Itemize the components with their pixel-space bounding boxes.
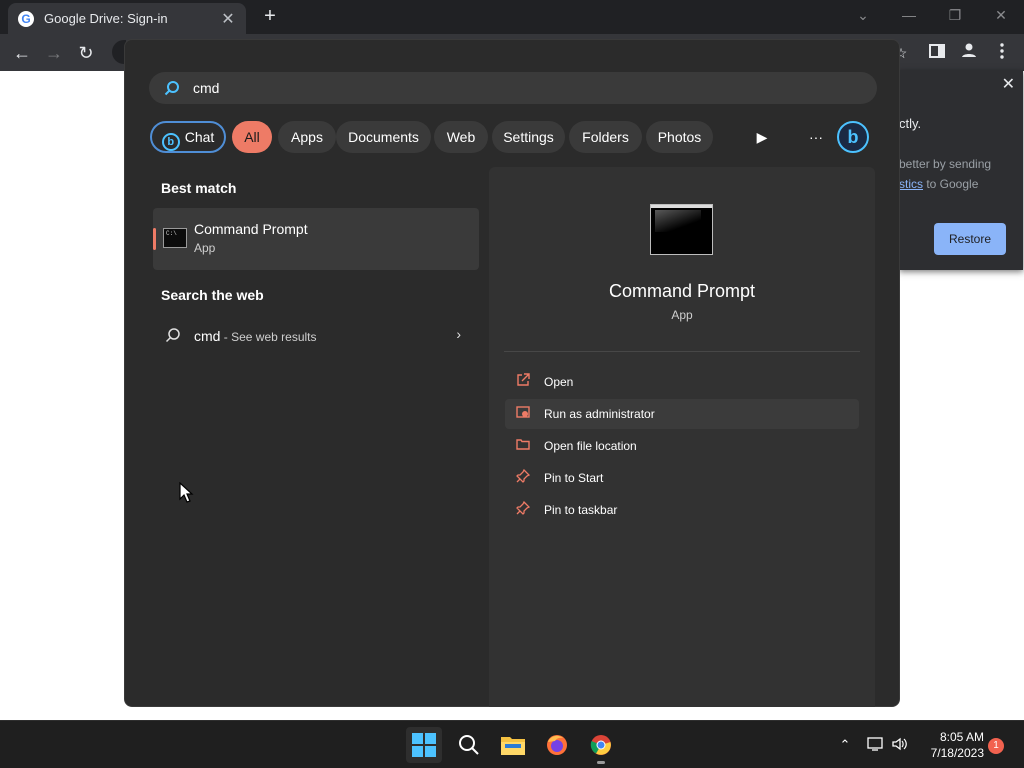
chevron-right-icon: › (456, 326, 461, 342)
action-pin-to-taskbar[interactable]: Pin to taskbar (505, 495, 859, 525)
taskbar: ⌃ 8:05 AM 7/18/2023 1 (0, 720, 1024, 768)
more-options-icon[interactable]: ··· (804, 125, 828, 149)
firefox-icon (547, 735, 567, 755)
action-label: Open (544, 375, 574, 389)
bing-icon: b (161, 133, 180, 151)
search-box[interactable] (149, 72, 877, 104)
reload-icon[interactable]: ↻ (73, 40, 99, 66)
bubble-detail-text: to Google (923, 177, 979, 191)
search-icon (165, 327, 181, 347)
firefox-button[interactable] (539, 727, 575, 763)
search-web-heading: Search the web (161, 287, 264, 303)
restore-window-icon[interactable]: ❐ (941, 5, 969, 27)
filter-photos[interactable]: Photos (646, 121, 713, 153)
filter-chat[interactable]: b Chat (150, 121, 226, 153)
web-search-result[interactable]: cmd - See web results › (153, 320, 479, 352)
best-match-heading: Best match (161, 180, 237, 196)
filter-apps[interactable]: Apps (278, 121, 336, 153)
bubble-detail-line: stics to Google (899, 177, 978, 191)
selection-accent (153, 228, 156, 250)
bubble-message: ctly. (899, 116, 922, 131)
volume-icon[interactable] (891, 736, 909, 754)
file-explorer-button[interactable] (495, 727, 531, 763)
notification-badge[interactable]: 1 (988, 738, 1004, 754)
details-kind: App (671, 308, 693, 322)
filter-chat-label: Chat (184, 129, 215, 145)
web-query-suffix: - See web results (220, 330, 317, 344)
filter-settings[interactable]: Settings (492, 121, 565, 153)
filter-all[interactable]: All (232, 121, 272, 153)
action-open[interactable]: Open (505, 367, 859, 397)
back-icon[interactable]: ← (9, 40, 35, 66)
best-match-result[interactable]: C:\ Command Prompt App (153, 208, 479, 270)
network-icon[interactable] (867, 736, 885, 754)
bubble-close-icon[interactable]: ✕ (1002, 74, 1015, 94)
search-icon (163, 79, 181, 97)
pin-icon (515, 468, 531, 485)
tab-title: Google Drive: Sign-in (44, 11, 168, 26)
action-label: Open file location (544, 439, 637, 453)
pin-icon (515, 500, 531, 517)
shield-admin-icon (515, 405, 531, 421)
tab-close-icon[interactable]: ✕ (220, 9, 236, 29)
folder-icon (515, 437, 531, 453)
running-indicator (597, 761, 605, 764)
action-label: Run as administrator (544, 407, 655, 421)
filter-folders[interactable]: Folders (569, 121, 642, 153)
bing-chat-icon[interactable]: b (837, 121, 869, 153)
chrome-button[interactable] (583, 727, 619, 763)
divider (504, 351, 860, 352)
web-query-text: cmd (194, 328, 221, 344)
show-hidden-icons-icon[interactable]: ⌃ (836, 736, 854, 754)
action-label: Pin to Start (544, 471, 604, 485)
browser-tab[interactable]: G Google Drive: Sign-in ✕ (8, 3, 246, 34)
search-icon (459, 735, 479, 755)
windows-logo-icon (412, 733, 436, 757)
tab-search-icon[interactable]: ⌄ (849, 5, 877, 27)
restore-button[interactable]: Restore (934, 223, 1006, 255)
statistics-link[interactable]: stics (899, 177, 923, 191)
clock-date: 7/18/2023 (930, 746, 984, 760)
chrome-menu-icon[interactable] (989, 40, 1015, 66)
forward-icon[interactable]: → (41, 40, 67, 66)
action-label: Pin to taskbar (544, 503, 618, 517)
action-run-as-administrator[interactable]: Run as administrator (505, 399, 859, 429)
action-pin-to-start[interactable]: Pin to Start (505, 463, 859, 493)
details-title: Command Prompt (608, 281, 756, 301)
command-prompt-large-icon (650, 204, 713, 255)
google-favicon-icon: G (18, 10, 34, 27)
filter-web[interactable]: Web (434, 121, 488, 153)
search-filters: b Chat All Apps Documents Web Settings Fo… (149, 121, 877, 153)
filter-documents[interactable]: Documents (336, 121, 431, 153)
taskbar-search-button[interactable] (451, 727, 487, 763)
browser-tabstrip: G Google Drive: Sign-in ✕ + ⌄ — ❐ ✕ (0, 0, 1024, 34)
details-pane: Command Prompt App Open Run as administr… (489, 167, 875, 707)
windows-search-panel: bChat All Apps Documents Web Settings Fo… (124, 39, 900, 707)
system-clock[interactable]: 8:05 AM 7/18/2023 (918, 729, 984, 761)
folder-icon (501, 737, 525, 755)
bubble-detail-line: better by sending (899, 157, 992, 171)
side-panel-icon[interactable] (924, 40, 950, 66)
start-button[interactable] (406, 727, 442, 763)
action-open-file-location[interactable]: Open file location (505, 431, 859, 461)
close-window-icon[interactable]: ✕ (987, 5, 1015, 27)
new-tab-button[interactable]: + (259, 6, 281, 28)
minimize-icon[interactable]: — (895, 5, 923, 27)
web-query: cmd - See web results (194, 328, 317, 344)
search-input[interactable] (193, 80, 793, 96)
result-name: Command Prompt (194, 221, 308, 237)
profile-icon[interactable] (956, 40, 982, 66)
restore-pages-bubble: ✕ ctly. better by sending stics to Googl… (899, 70, 1023, 270)
clock-time: 8:05 AM (939, 730, 984, 744)
play-more-filters-icon[interactable]: ▶ (750, 125, 774, 149)
chrome-icon (590, 735, 611, 755)
result-kind: App (194, 241, 216, 255)
command-prompt-icon: C:\ (163, 228, 187, 248)
mouse-cursor-icon (179, 482, 194, 503)
open-external-icon (515, 373, 531, 389)
